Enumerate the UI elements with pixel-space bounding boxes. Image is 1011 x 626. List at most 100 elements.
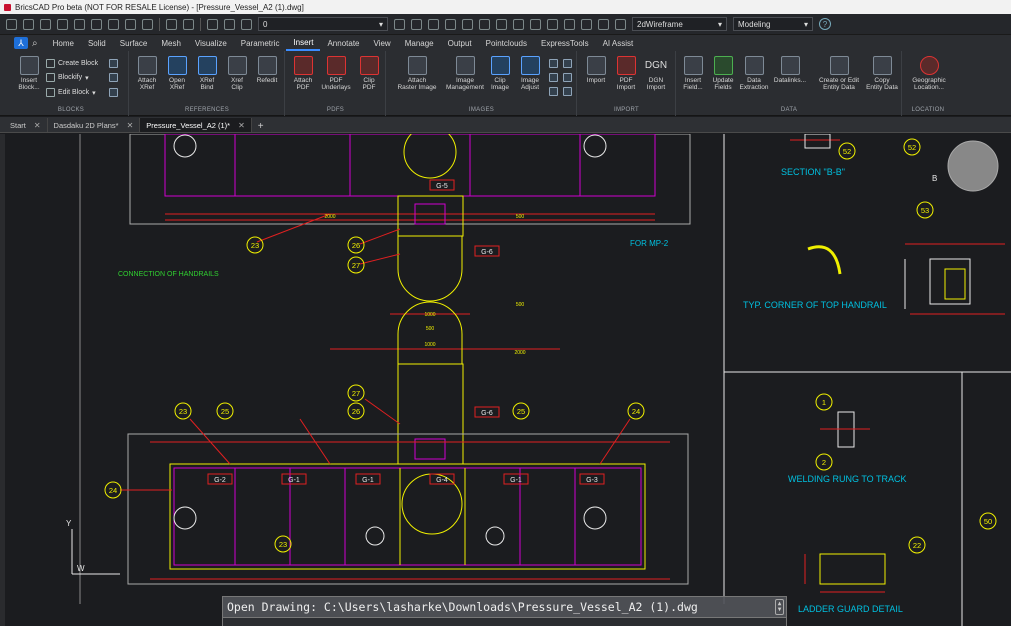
cube-icon[interactable] — [513, 18, 524, 30]
tab-view[interactable]: View — [367, 35, 398, 51]
image-quality-icon[interactable] — [563, 59, 572, 68]
xref-clip-button[interactable]: Xref Clip — [222, 56, 252, 91]
dimension-text: 2000 — [514, 350, 525, 356]
help-icon[interactable]: ? — [819, 18, 831, 30]
view-cube-icon[interactable] — [564, 18, 575, 30]
image-reload-icon[interactable] — [563, 87, 572, 96]
tab-manage[interactable]: Manage — [398, 35, 441, 51]
tab-insert[interactable]: Insert — [286, 35, 321, 51]
image-transparency-icon[interactable] — [549, 73, 558, 82]
cube-shaded-icon[interactable] — [530, 18, 541, 30]
new-file-icon[interactable] — [6, 18, 17, 30]
image-order-icon[interactable] — [563, 73, 572, 82]
command-input-strip[interactable] — [222, 618, 787, 626]
redo-icon[interactable] — [183, 18, 194, 30]
edit-block-button[interactable]: Edit Block ▾ — [46, 88, 96, 97]
explorer-icon[interactable] — [479, 18, 490, 30]
image-frame-icon[interactable] — [549, 59, 558, 68]
open-xref-button[interactable]: Open XRef — [162, 56, 192, 91]
tab-ai-assist[interactable]: AI Assist — [596, 35, 641, 51]
close-icon[interactable]: ✕ — [34, 121, 41, 130]
layer-sun-icon[interactable] — [224, 18, 235, 30]
geographic-location-button[interactable]: Geographic Location... — [909, 56, 949, 91]
insert-field-button[interactable]: Insert Field... — [678, 56, 708, 91]
attach-raster-image-button[interactable]: Attach Raster Image — [397, 56, 437, 91]
undo-icon[interactable] — [166, 18, 177, 30]
tab-expresstools[interactable]: ExpressTools — [534, 35, 596, 51]
new-tab-button[interactable]: + — [252, 121, 270, 132]
tab-solid[interactable]: Solid — [81, 35, 113, 51]
sheet-set-icon[interactable] — [598, 18, 609, 30]
xref-bind-button[interactable]: XRef Bind — [192, 56, 222, 91]
save-icon[interactable] — [40, 18, 51, 30]
layer-dropdown[interactable]: 0 ▾ — [258, 17, 388, 31]
quick-select-icon[interactable] — [428, 18, 439, 30]
block-attribute-icon[interactable] — [109, 59, 118, 68]
select-icon[interactable] — [411, 18, 422, 30]
copy-icon[interactable] — [125, 18, 136, 30]
tab-surface[interactable]: Surface — [113, 35, 155, 51]
block-settings-icon[interactable] — [109, 88, 118, 97]
close-icon[interactable]: ✕ — [238, 121, 245, 130]
doc-tab-start[interactable]: Start ✕ — [4, 118, 48, 132]
command-scrollbar[interactable]: ▲ ▼ — [775, 599, 784, 615]
bracket-detail — [929, 258, 971, 305]
close-icon[interactable]: ✕ — [127, 121, 134, 130]
search-icon[interactable]: ⌕ — [32, 38, 38, 49]
blockify-button[interactable]: Blockify ▾ — [46, 73, 89, 82]
tab-mesh[interactable]: Mesh — [154, 35, 188, 51]
create-block-button[interactable]: Create Block — [46, 59, 98, 68]
cube-render-icon[interactable] — [547, 18, 558, 30]
match-properties-icon[interactable] — [394, 18, 405, 30]
update-fields-button[interactable]: Update Fields — [708, 56, 738, 91]
attach-pdf-button[interactable]: Attach PDF — [288, 56, 318, 91]
import-button[interactable]: Import — [581, 56, 611, 84]
tab-parametric[interactable]: Parametric — [234, 35, 287, 51]
tab-annotate[interactable]: Annotate — [320, 35, 366, 51]
doc-tab-pressure-vessel[interactable]: Pressure_Vessel_A2 (1)* ✕ — [140, 118, 252, 132]
block-sync-icon[interactable] — [109, 73, 118, 82]
attach-raster-image-label: Attach Raster Image — [397, 77, 437, 91]
drawing-canvas[interactable]: G-5 G-6 G-6 G-2 G-1 G-1 G-4 G-1 G-3 52 5… — [0, 134, 1011, 626]
data-extraction-button[interactable]: Data Extraction — [739, 56, 769, 91]
tab-pointclouds[interactable]: Pointclouds — [479, 35, 534, 51]
insert-block-button[interactable]: Insert Block... — [14, 56, 44, 91]
xref-bind-label: XRef Bind — [199, 77, 215, 91]
tab-output[interactable]: Output — [441, 35, 479, 51]
application-button[interactable]: ⅄ — [14, 37, 28, 49]
image-link-icon[interactable] — [549, 87, 558, 96]
image-management-button[interactable]: Image Management — [445, 56, 485, 91]
attach-xref-button[interactable]: Attach XRef — [132, 56, 162, 91]
layers-icon[interactable] — [462, 18, 473, 30]
print-preview-icon[interactable] — [91, 18, 102, 30]
pdf-underlays-button[interactable]: PDF Underlays — [321, 56, 351, 91]
visual-style-dropdown[interactable]: 2dWireframe ▾ — [632, 17, 727, 31]
workspace-dropdown[interactable]: Modeling ▾ — [733, 17, 813, 31]
save-as-icon[interactable] — [57, 18, 68, 30]
scroll-down-icon[interactable]: ▼ — [778, 607, 782, 613]
print-icon[interactable] — [74, 18, 85, 30]
copy-entity-data-button[interactable]: Copy Entity Data — [865, 56, 899, 91]
layer-lock-icon[interactable] — [241, 18, 252, 30]
paste-icon[interactable] — [142, 18, 153, 30]
pdf-import-button[interactable]: PDF Import — [611, 56, 641, 91]
tab-home[interactable]: Home — [46, 35, 81, 51]
tab-visualize[interactable]: Visualize — [188, 35, 234, 51]
cut-icon[interactable] — [108, 18, 119, 30]
clip-image-button[interactable]: Clip Image — [485, 56, 515, 91]
drawing-settings-icon[interactable] — [496, 18, 507, 30]
grid-icon[interactable] — [581, 18, 592, 30]
datalinks-button[interactable]: Datalinks... — [772, 56, 808, 84]
refedit-button[interactable]: Refedit — [252, 56, 282, 84]
command-line[interactable]: Open Drawing: C:\Users\lasharke\Download… — [222, 596, 787, 618]
open-file-icon[interactable] — [23, 18, 34, 30]
entity-data-button[interactable]: Create or Edit Entity Data — [815, 56, 863, 91]
layer-bulb-icon[interactable] — [207, 18, 218, 30]
handrail-corner — [807, 245, 842, 275]
image-adjust-button[interactable]: Image Adjust — [515, 56, 545, 91]
clip-pdf-button[interactable]: Clip PDF — [354, 56, 384, 91]
doc-tab-dasdaku[interactable]: Dasdaku 2D Plans* ✕ — [48, 118, 141, 132]
image-adjust-icon — [520, 56, 540, 75]
properties-icon[interactable] — [445, 18, 456, 30]
dgn-import-button[interactable]: DGN DGN Import — [641, 56, 671, 91]
